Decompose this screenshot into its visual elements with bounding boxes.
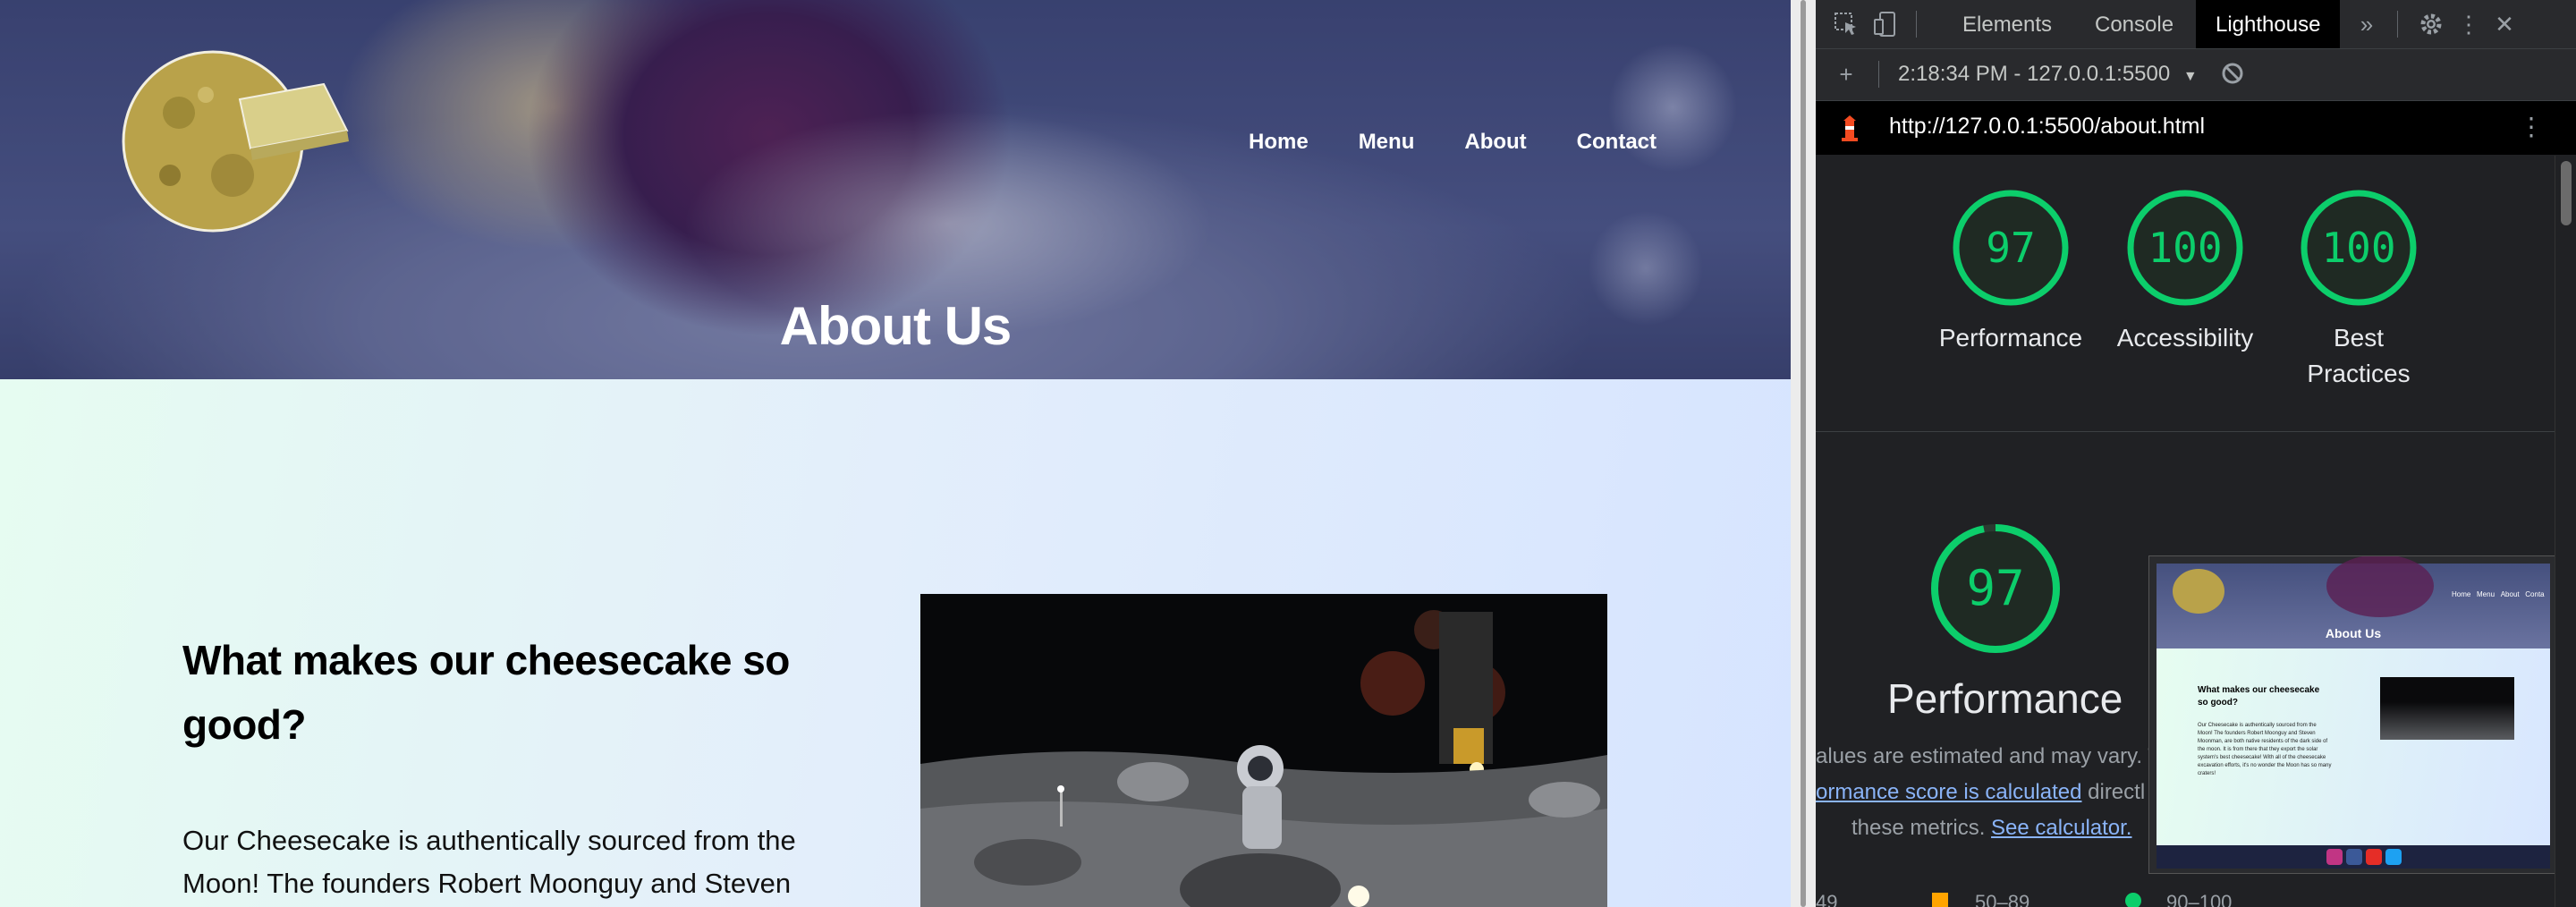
new-report-plus-icon[interactable]: + — [1832, 61, 1860, 88]
lighthouse-report: 97 Performance 100 Accessibility 100 Bes… — [1816, 156, 2556, 907]
pass-circle-icon — [2125, 893, 2141, 907]
thumb-footer — [2157, 845, 2550, 869]
webpage-viewport: Home Menu About Contact About Us What ma… — [0, 0, 1791, 907]
report-scrollbar[interactable] — [2555, 156, 2576, 907]
nav-home-link[interactable]: Home — [1249, 130, 1309, 155]
moon-cheese-logo[interactable] — [107, 41, 358, 233]
section-divider — [1816, 431, 2555, 432]
tab-elements[interactable]: Elements — [1962, 0, 2052, 48]
toolbar-separator — [2397, 11, 2398, 38]
nav-menu-link[interactable]: Menu — [1359, 130, 1415, 155]
performance-label: Performance — [1938, 324, 2083, 352]
thumb-nav: Home Menu About Conta — [2452, 590, 2545, 598]
accessibility-gauge[interactable]: 100 — [2127, 190, 2243, 306]
accessibility-score: 100 — [2148, 224, 2223, 272]
settings-gear-icon[interactable] — [2417, 11, 2445, 38]
thumb-photo — [2380, 677, 2514, 740]
inspect-element-icon[interactable] — [1832, 11, 1860, 38]
thumb-hero-title: About Us — [2325, 626, 2382, 640]
close-devtools-icon[interactable]: ✕ — [2490, 11, 2519, 38]
scrollbar-thumb[interactable] — [2561, 161, 2572, 225]
performance-gauge[interactable]: 97 — [1953, 190, 2069, 306]
toolbar-separator — [1878, 61, 1879, 88]
performance-score: 97 — [1986, 224, 2036, 272]
twitter-icon — [2385, 849, 2402, 865]
calculator-line: these metrics. See calculator. — [1852, 816, 2132, 840]
more-tabs-chevron-icon[interactable]: » — [2352, 11, 2381, 38]
best-practices-gauge[interactable]: 100 — [2301, 190, 2417, 306]
devtools-panel: Elements Console Lighthouse » ⋮ ✕ + 2:18… — [1816, 0, 2576, 907]
report-url-bar: http://127.0.0.1:5500/about.html ⋮ — [1816, 101, 2576, 155]
thumb-hero: Home Menu About Conta About Us — [2157, 556, 2550, 648]
section-heading: What makes our cheesecake so good? — [182, 637, 790, 748]
legend-pass-range: 90–100 — [2166, 891, 2233, 907]
best-practices-score: 100 — [2321, 224, 2396, 272]
legend-fail-range: 49 — [1816, 891, 1838, 907]
thumb-heading: What makes our cheesecake so good? — [2198, 685, 2320, 708]
average-square-icon — [1932, 893, 1948, 907]
thumb-text: Our Cheesecake is authentically sourced … — [2198, 723, 2332, 776]
performance-title: Performance — [1887, 675, 2123, 722]
accessibility-label: Accessibility — [2116, 324, 2254, 352]
performance-large-gauge: 97 — [1929, 522, 2062, 655]
see-calculator-link[interactable]: See calculator. — [1991, 816, 2131, 840]
report-url: http://127.0.0.1:5500/about.html — [1889, 114, 2206, 139]
panel-resize-handle[interactable] — [1791, 0, 1816, 907]
device-toolbar-icon[interactable] — [1871, 11, 1900, 38]
page-screenshot-thumbnail: Home Menu About Conta About Us What make… — [2148, 555, 2556, 874]
nav-contact-link[interactable]: Contact — [1577, 130, 1657, 155]
clear-reports-icon[interactable] — [2218, 61, 2247, 88]
thumb-body: What makes our cheesecake so good? Our C… — [2157, 648, 2550, 845]
section-paragraph: Our Cheesecake is authentically sourced … — [182, 825, 796, 899]
facebook-icon — [2346, 849, 2362, 865]
report-selector[interactable]: 2:18:34 PM - 127.0.0.1:5500 ▼ — [1898, 62, 2198, 87]
instagram-icon — [2326, 849, 2343, 865]
thumb-logo — [2173, 569, 2224, 614]
lighthouse-logo-icon — [1841, 114, 1859, 142]
estimate-note: alues are estimated and may vary. T — [1816, 744, 2161, 768]
tab-console[interactable]: Console — [2095, 0, 2174, 48]
hero-banner: Home Menu About Contact About Us — [0, 0, 1791, 379]
dropdown-caret-icon: ▼ — [2182, 69, 2198, 84]
tab-lighthouse[interactable]: Lighthouse — [2196, 0, 2341, 48]
report-menu-icon[interactable]: ⋮ — [2519, 112, 2544, 141]
lighthouse-toolbar: + 2:18:34 PM - 127.0.0.1:5500 ▼ — [1816, 49, 2576, 101]
legend-average-range: 50–89 — [1975, 891, 2030, 907]
devtools-tab-bar: Elements Console Lighthouse » ⋮ ✕ — [1816, 0, 2576, 49]
score-legend: 49 50–89 90–100 — [1816, 880, 2555, 907]
main-navigation: Home Menu About Contact — [1249, 130, 1707, 155]
score-calculation-link[interactable]: ormance score is calculated — [1816, 780, 2081, 804]
performance-large-score: 97 — [1966, 560, 2025, 616]
best-practices-label: Best Practices — [2307, 324, 2411, 387]
score-calc-line: ormance score is calculated directl — [1816, 780, 2146, 804]
youtube-icon — [2366, 849, 2382, 865]
nav-about-link[interactable]: About — [1464, 130, 1526, 155]
resize-grip[interactable] — [1801, 0, 1806, 907]
hero-title: About Us — [779, 296, 1013, 356]
astronaut-moon-photo — [920, 594, 1607, 907]
kebab-menu-icon[interactable]: ⋮ — [2454, 11, 2483, 38]
report-selector-value: 2:18:34 PM - 127.0.0.1:5500 — [1898, 62, 2171, 86]
toolbar-separator — [1916, 11, 1917, 38]
